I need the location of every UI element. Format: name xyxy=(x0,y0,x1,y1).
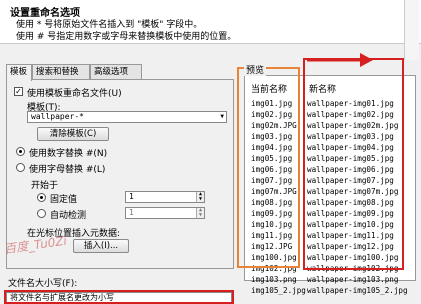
fixed-value-number: 1 xyxy=(129,192,134,201)
fixed-value-input[interactable]: 1 ▲ ▼ xyxy=(125,191,205,203)
use-template-label: 使用模板重命名文件(U) xyxy=(27,89,122,99)
header-description-2: 使用 # 号指定用数字或字母来替换模板中使用的位置。 xyxy=(16,32,237,42)
spinner-arrows-icon[interactable]: ▲ ▼ xyxy=(196,208,204,218)
preview-label: 预览 xyxy=(244,63,267,76)
highlight-current-names xyxy=(237,67,300,268)
list-item[interactable]: img105_2.jpg xyxy=(251,285,306,296)
clear-template-button[interactable]: 清除模板(C) xyxy=(37,127,109,141)
list-item[interactable]: img103.png xyxy=(251,274,306,285)
highlight-new-names xyxy=(303,58,404,270)
tab-search-replace[interactable]: 搜索和替换 xyxy=(32,64,90,80)
template-input-value: wallpaper-* xyxy=(31,112,84,121)
tab-template[interactable]: 模板 xyxy=(6,64,32,81)
list-item[interactable]: wallpaper-img105_2.jpg xyxy=(307,285,408,296)
radio-use-letters-label: 使用字母替换 #(L) xyxy=(29,165,106,175)
filename-case-label: 文件名大小写(F): xyxy=(8,279,78,289)
header-scrollbar[interactable] xyxy=(404,0,419,60)
highlight-case-select xyxy=(4,290,234,304)
tab-advanced[interactable]: 高级选项 xyxy=(90,64,142,80)
spinner-arrows-icon[interactable]: ▲ ▼ xyxy=(196,192,204,202)
auto-detect-number: 1 xyxy=(129,208,134,217)
insert-metadata-button[interactable]: 插入(I)... xyxy=(73,239,129,253)
radio-auto-detect[interactable] xyxy=(37,209,46,218)
list-item[interactable]: wallpaper-img103.png xyxy=(307,274,408,285)
auto-detect-input[interactable]: 1 ▲ ▼ xyxy=(125,207,205,219)
radio-auto-detect-label: 自动检测 xyxy=(50,211,87,221)
start-at-label: 开始于 xyxy=(31,181,59,191)
chevron-down-icon[interactable]: ▼ xyxy=(220,112,224,122)
radio-fixed-value[interactable] xyxy=(37,193,46,202)
radio-use-letters[interactable] xyxy=(16,163,25,172)
radio-use-numbers[interactable] xyxy=(16,147,25,156)
radio-fixed-value-label: 固定值 xyxy=(50,195,78,205)
radio-use-numbers-label: 使用数字替换 #(N) xyxy=(29,149,108,159)
use-template-checkbox[interactable]: ✓ xyxy=(14,87,23,96)
template-input[interactable]: wallpaper-* ▼ xyxy=(27,111,227,123)
red-arrow-icon xyxy=(307,53,373,67)
